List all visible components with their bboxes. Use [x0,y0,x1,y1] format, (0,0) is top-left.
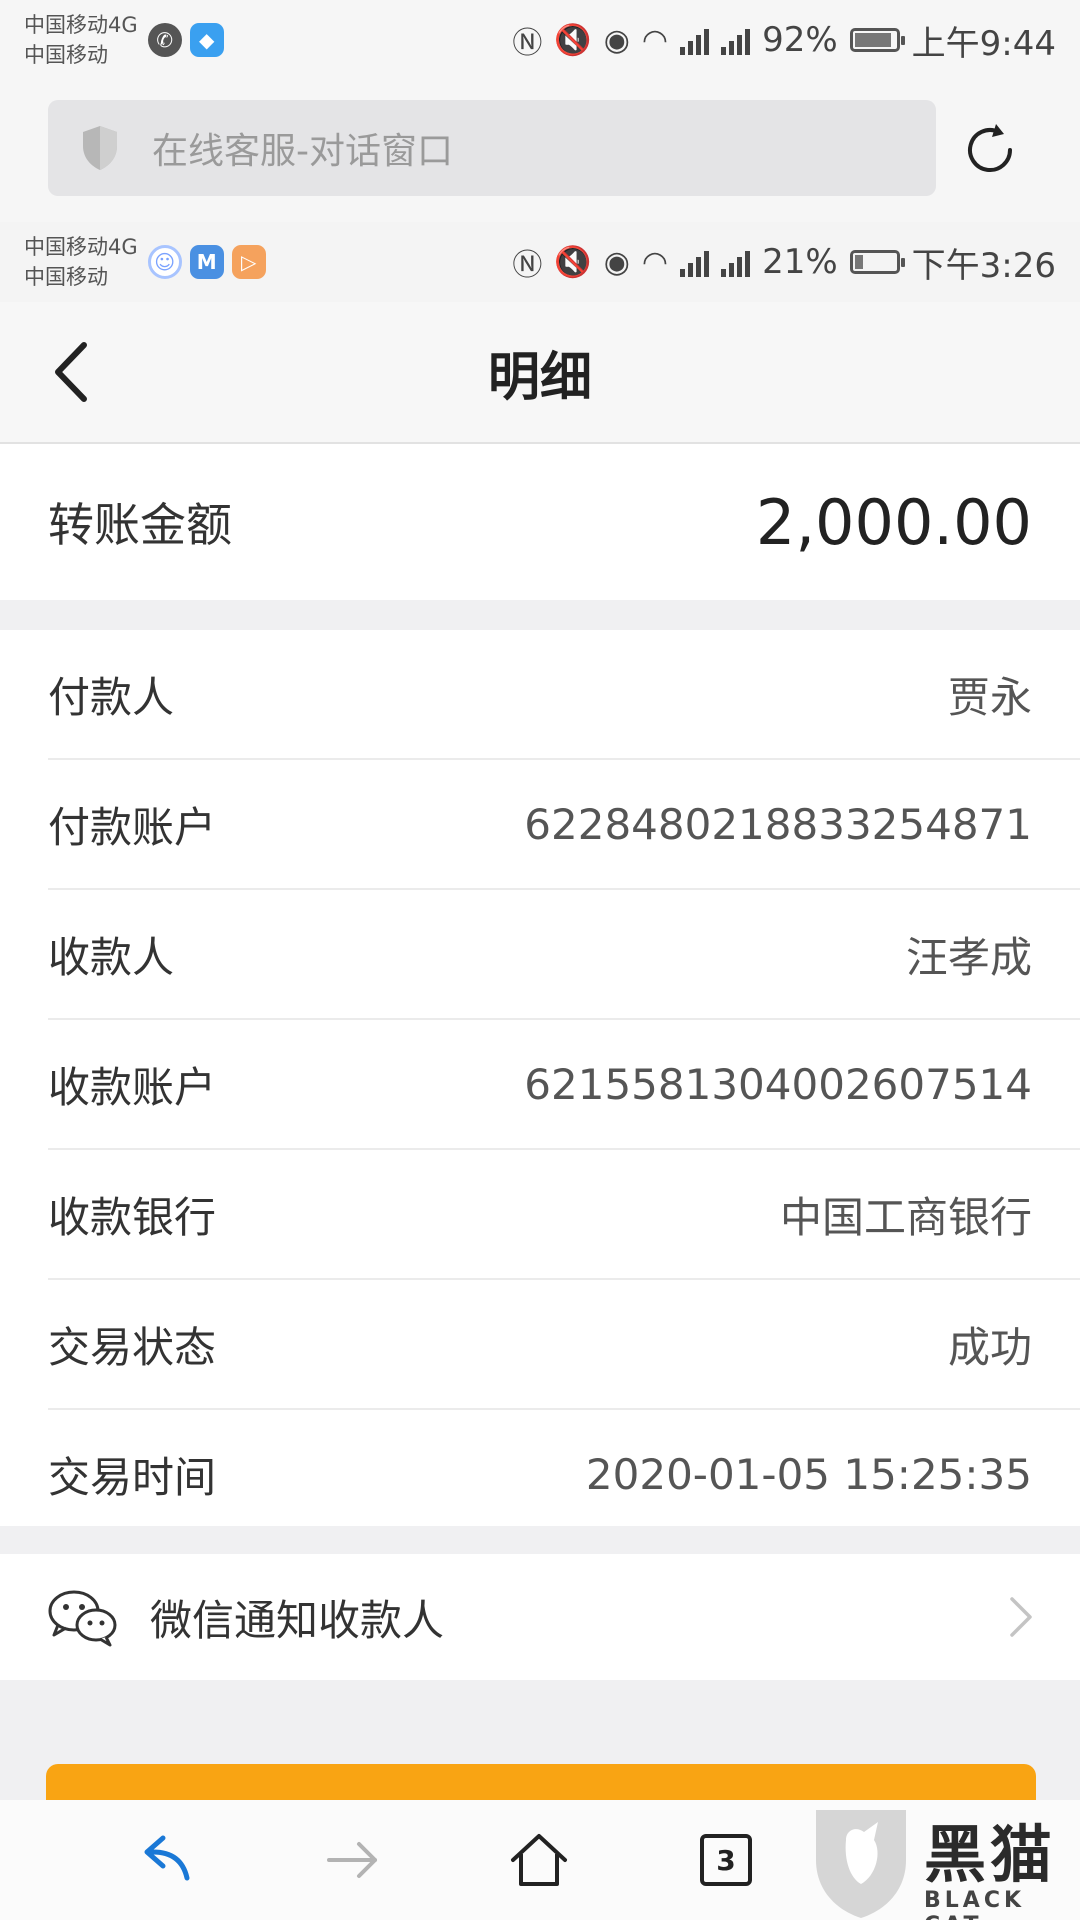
eye-comfort-icon: ◉ [603,22,630,58]
battery-percent: 92% [762,20,838,60]
carrier-primary: 中国移动4G [24,13,138,37]
detail-label: 收款账户 [48,1062,217,1112]
screenshot-page: 中国移动4G 中国移动 ✆ ◆ Ⓝ 🔇 ◉ ◠ 92% 上午9:44 在线客服-… [0,0,1080,1920]
carrier-info: 中国移动4G 中国移动 [24,10,138,70]
amount-value: 2,000.00 [755,485,1032,559]
detail-row-payee: 收款人 汪孝成 [48,890,1080,1020]
notify-label: 微信通知收款人 [150,1595,445,1645]
detail-row-payer-account: 付款账户 6228480218833254871 [48,760,1080,890]
url-text: 在线客服-对话窗口 [152,131,453,172]
transaction-details-list: 付款人 贾永 付款账户 6228480218833254871 收款人 汪孝成 … [0,630,1080,1526]
watermark-title: 黑猫 [924,1818,1057,1891]
back-icon[interactable] [135,1830,195,1890]
detail-row-payee-bank: 收款银行 中国工商银行 [48,1150,1080,1280]
detail-label: 付款人 [48,672,175,722]
home-icon[interactable] [509,1830,569,1890]
url-field[interactable]: 在线客服-对话窗口 [48,100,936,196]
mute-icon: 🔇 [554,244,592,280]
wifi-icon: ◠ [641,22,669,58]
detail-row-time: 交易时间 2020-01-05 15:25:35 [48,1410,1080,1538]
chat-app-icon: ☺ [147,245,182,279]
detail-label: 交易时间 [48,1452,217,1502]
refresh-icon[interactable] [960,120,1020,180]
outer-status-bar: 中国移动4G 中国移动 ✆ ◆ Ⓝ 🔇 ◉ ◠ 92% 上午9:44 [0,0,1080,80]
battery-percent: 21% [762,242,838,282]
carrier-info: 中国移动4G 中国移动 [24,232,138,292]
detail-label: 收款银行 [48,1192,217,1242]
battery-icon [849,250,905,274]
phone-app-icon: ✆ [147,23,182,57]
video-app-icon: ▷ [231,245,266,279]
clock: 下午3:26 [911,245,1056,286]
carrier-secondary: 中国移动 [24,265,108,289]
transfer-amount-card: 转账金额 2,000.00 [0,444,1080,600]
detail-label: 付款账户 [48,802,217,852]
notification-icons: ☺ M ▷ [147,245,266,279]
forward-icon[interactable] [323,1830,383,1890]
eye-comfort-icon: ◉ [603,244,630,280]
signal-e-icon [721,247,751,277]
carrier-primary: 中国移动4G [24,235,138,259]
detail-value: 成功 [947,1322,1032,1372]
clock: 上午9:44 [911,23,1056,64]
wechat-notify-row[interactable]: 微信通知收款人 [0,1554,1080,1680]
signal-4g-icon [680,25,710,55]
detail-value: 汪孝成 [905,932,1032,982]
detail-row-status: 交易状态 成功 [48,1280,1080,1410]
app-header: 明细 [0,302,1080,444]
cat-logo-icon [816,1810,906,1918]
inner-status-bar: 中国移动4G 中国移动 ☺ M ▷ Ⓝ 🔇 ◉ ◠ 21% 下午3:26 [0,222,1080,302]
wifi-icon: ◠ [641,244,669,280]
carrier-secondary: 中国移动 [24,43,108,67]
detail-label: 交易状态 [48,1322,217,1372]
battery-icon [849,28,905,52]
nfc-icon: Ⓝ [512,26,543,61]
detail-value: 6228480218833254871 [524,799,1032,849]
browser-address-bar: 在线客服-对话窗口 [0,80,1080,222]
back-arrow-icon[interactable] [46,337,96,407]
shield-app-icon: ◆ [189,23,224,57]
detail-value: 2020-01-05 15:25:35 [585,1449,1032,1499]
mute-icon: 🔇 [554,22,592,58]
mail-app-icon: M [189,245,224,279]
chevron-right-icon [1010,1597,1032,1637]
signal-4g-icon [680,247,710,277]
detail-value: 6215581304002607514 [524,1059,1032,1109]
black-cat-watermark: 黑猫 BLACK CAT [806,1800,1080,1920]
notification-icons: ✆ ◆ [147,23,224,57]
tabs-count-button[interactable]: 3 [700,1834,752,1886]
detail-value: 贾永 [947,672,1032,722]
page-title: 明细 [487,347,592,408]
security-shield-icon [83,126,117,170]
wechat-icon [48,1590,117,1647]
detail-label: 收款人 [48,932,175,982]
watermark-subtitle: BLACK CAT [924,1888,1026,1920]
signal-e-icon [721,25,751,55]
detail-value: 中国工商银行 [779,1192,1032,1242]
amount-label: 转账金额 [48,498,232,552]
detail-row-payee-account: 收款账户 6215581304002607514 [48,1020,1080,1150]
detail-row-payer: 付款人 贾永 [48,630,1080,760]
nfc-icon: Ⓝ [512,248,543,283]
system-indicators: Ⓝ 🔇 ◉ ◠ 92% 上午9:44 [512,16,1056,65]
system-indicators: Ⓝ 🔇 ◉ ◠ 21% 下午3:26 [512,238,1056,287]
